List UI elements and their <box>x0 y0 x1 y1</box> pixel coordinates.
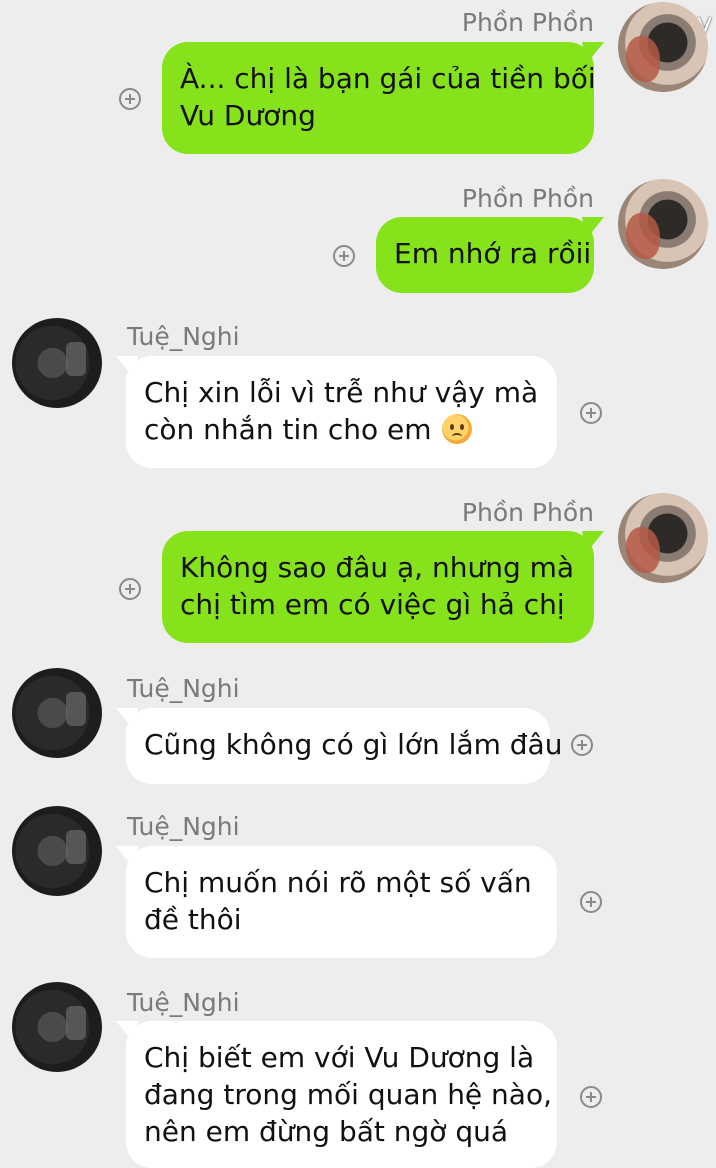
message-line: Chị muốn nói rõ một số vấn <box>144 866 532 899</box>
sender-name: Phồn Phồn <box>461 184 594 213</box>
message-line: Em nhớ ra rồii <box>394 237 592 270</box>
sender-name: Tuệ_Nghi <box>127 322 240 351</box>
message-bubble[interactable]: Cũng không có gì lớn lắm đâu <box>126 708 563 784</box>
avatar[interactable] <box>618 2 708 92</box>
sender-name: Tuệ_Nghi <box>127 812 240 841</box>
plus-circle-icon[interactable] <box>580 891 602 913</box>
avatar[interactable] <box>12 318 102 408</box>
message-line: Chị biết em với Vu Dương là <box>144 1041 535 1074</box>
message-bubble[interactable]: Không sao đâu ạ, nhưng mà chị tìm em có … <box>162 531 594 643</box>
message-line: Không sao đâu ạ, nhưng mà <box>180 551 575 584</box>
message-line: còn nhắn tin cho em <box>144 413 432 446</box>
message-line: Cũng không có gì lớn lắm đâu <box>144 728 563 761</box>
message-line: À... chị là bạn gái của tiền bối <box>180 62 596 95</box>
message-bubble[interactable]: Em nhớ ra rồii <box>376 217 594 293</box>
avatar[interactable] <box>12 806 102 896</box>
plus-circle-icon[interactable] <box>333 245 355 267</box>
message-bubble[interactable]: Chị muốn nói rõ một số vấn đề thôi <box>126 846 557 958</box>
plus-circle-icon[interactable] <box>571 734 593 756</box>
message-line: Vu Dương <box>180 99 316 132</box>
worried-face-emoji <box>442 414 473 444</box>
plus-circle-icon[interactable] <box>580 402 602 424</box>
sender-name: Phồn Phồn <box>461 8 594 37</box>
sender-name: Tuệ_Nghi <box>127 674 240 703</box>
message-line: chị tìm em có việc gì hả chị <box>180 588 565 621</box>
sender-name: Phồn Phồn <box>461 498 594 527</box>
message-line: đang trong mối quan hệ nào, <box>144 1078 552 1111</box>
avatar[interactable] <box>618 179 708 269</box>
plus-circle-icon[interactable] <box>119 578 141 600</box>
avatar[interactable] <box>12 668 102 758</box>
message-line: Chị xin lỗi vì trễ như vậy mà <box>144 376 539 409</box>
avatar[interactable] <box>12 982 102 1072</box>
sender-name: Tuệ_Nghi <box>127 988 240 1017</box>
message-line: đề thôi <box>144 903 242 936</box>
message-bubble[interactable]: À... chị là bạn gái của tiền bối Vu Dươn… <box>162 42 596 154</box>
plus-circle-icon[interactable] <box>119 88 141 110</box>
message-bubble[interactable]: Chị biết em với Vu Dương là đang trong m… <box>126 1021 557 1168</box>
message-bubble[interactable]: Chị xin lỗi vì trễ như vậy mà còn nhắn t… <box>126 356 557 468</box>
avatar[interactable] <box>618 493 708 583</box>
message-line: nên em đừng bất ngờ quá <box>144 1115 508 1148</box>
plus-circle-icon[interactable] <box>580 1086 602 1108</box>
